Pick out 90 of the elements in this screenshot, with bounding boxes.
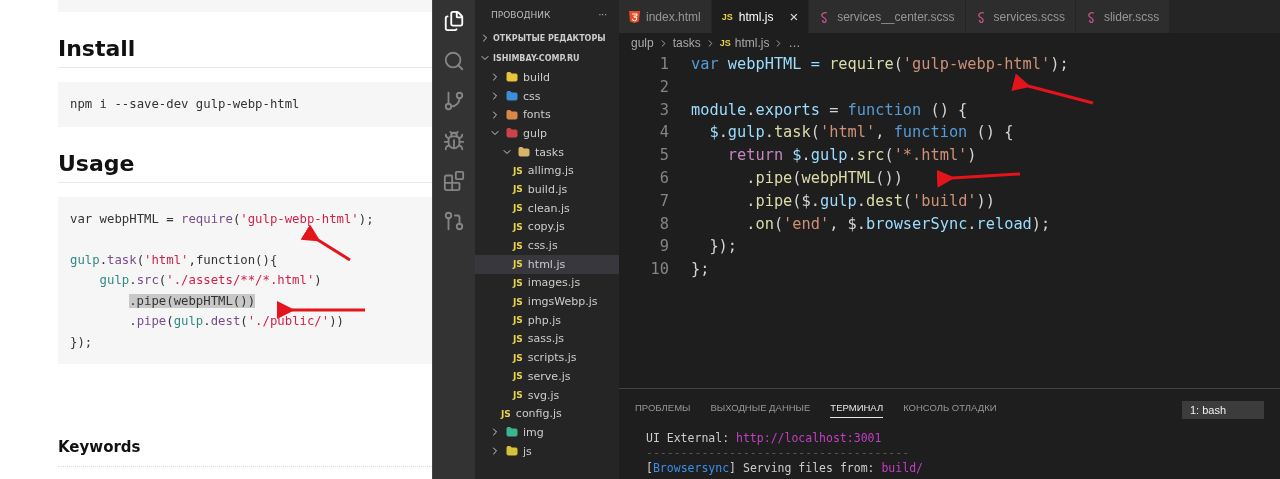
file-tree-item[interactable]: css <box>475 86 619 106</box>
js-file-icon: JS <box>513 333 523 344</box>
section-header[interactable]: ISHIMBAY-COMP.RU <box>493 53 580 63</box>
debug-icon[interactable] <box>443 130 465 152</box>
js-file-icon: JS <box>721 11 733 22</box>
js-file-icon: JS <box>513 184 523 195</box>
panel-tab[interactable]: ПРОБЛЕМЫ <box>635 402 691 418</box>
code-line: .on('end', $.browserSync.reload); <box>745 213 1051 235</box>
file-tree-item[interactable]: JS html.js <box>475 254 619 274</box>
file-tree-item[interactable]: JS build.js <box>475 180 619 199</box>
file-tree-item[interactable]: js <box>475 441 619 461</box>
explorer-title: ПРОВОДНИК <box>491 10 551 20</box>
terminal-line: -------------------------------------- <box>646 446 911 461</box>
file-tree-item[interactable]: JS imgsWebp.js <box>475 292 619 311</box>
code-line: }; <box>691 259 710 281</box>
code-line: $.gulp.task('html', function () { <box>708 122 1014 144</box>
js-file-icon: JS <box>501 408 511 419</box>
more-actions[interactable]: ··· <box>598 10 607 20</box>
code-line: .pipe(webpHTML()) <box>745 168 903 189</box>
editor-tab[interactable]: index.html <box>619 0 712 33</box>
file-tree-item[interactable]: JS config.js <box>475 404 619 424</box>
line-number: 6 <box>658 168 670 189</box>
line-number: 7 <box>658 190 670 212</box>
js-file-icon: JS <box>513 165 523 176</box>
js-file-icon: JS <box>513 352 523 363</box>
file-tree-item[interactable]: JS images.js <box>475 273 619 293</box>
code-line: .pipe($.gulp.dest('build')) <box>745 190 995 212</box>
file-tree-item[interactable]: gulp <box>475 124 619 143</box>
line-number: 8 <box>658 213 670 235</box>
code-block: var webpHTML = require('gulp-webp-html'); gulp.task('html',function(){ gulp.src('./assets/**/*.html') .pipe(webpHTML()) .pipe(gulp.dest('./public/')) }); <box>58 196 432 364</box>
breadcrumb-item[interactable]: … <box>788 36 801 50</box>
arrow <box>300 224 351 262</box>
line-number: 10 <box>649 259 670 281</box>
js-file-icon: JS <box>513 296 523 307</box>
editor-tab[interactable]: JS html.js × <box>711 0 810 33</box>
file-tree-item[interactable]: JS svg.js <box>475 385 619 405</box>
source-control-icon[interactable] <box>443 90 465 112</box>
breadcrumb-item[interactable]: tasks <box>672 36 701 50</box>
file-tree-item[interactable]: JS php.js <box>475 310 619 330</box>
js-file-icon: JS <box>513 221 523 232</box>
js-file-icon: JS <box>513 371 523 382</box>
code-line: }); <box>708 236 738 258</box>
js-file-icon: JS <box>513 315 523 326</box>
terminal-line: UI External: http://localhost:3001 <box>646 431 883 446</box>
file-tree-item[interactable]: tasks <box>475 142 619 162</box>
section-header[interactable]: ОТКРЫТЫЕ РЕДАКТОРЫ <box>493 33 606 43</box>
breadcrumb-item[interactable]: gulp <box>631 36 654 50</box>
file-tree-item[interactable]: JS clean.js <box>475 198 619 218</box>
js-file-icon: JS <box>513 390 523 401</box>
explorer-icon[interactable] <box>443 10 465 32</box>
code-line: var webpHTML = require('gulp-webp-html'); <box>691 54 1069 75</box>
section-heading: Install <box>58 36 432 68</box>
code-block: npm i --save-dev gulp-webp-html <box>58 82 432 127</box>
file-tree-item[interactable]: build <box>475 68 619 87</box>
extensions-icon[interactable] <box>443 170 465 192</box>
terminal-select[interactable]: 1: bash <box>1182 401 1264 419</box>
file-tree-item[interactable]: JS scripts.js <box>475 348 619 367</box>
editor-tab[interactable]: services.scss <box>965 0 1076 33</box>
line-number: 1 <box>658 54 670 75</box>
line-number: 2 <box>658 76 670 98</box>
panel-tab[interactable]: КОНСОЛЬ ОТЛАДКИ <box>903 402 997 418</box>
js-file-icon: JS <box>513 203 523 214</box>
editor-tab[interactable]: slider.scss <box>1075 0 1171 33</box>
file-tree-item[interactable]: JS serve.js <box>475 367 619 386</box>
panel-tab[interactable]: ВЫХОДНЫЕ ДАННЫЕ <box>710 402 811 418</box>
editor-tab[interactable]: services__center.scss <box>809 0 966 33</box>
js-file-icon: JS <box>513 240 523 251</box>
line-number: 3 <box>658 99 670 121</box>
section-heading: Usage <box>58 150 432 183</box>
file-tree-item[interactable]: JS sass.js <box>475 329 619 349</box>
line-number: 4 <box>658 122 670 144</box>
file-tree-item[interactable]: JS css.js <box>475 236 619 255</box>
html5-icon <box>629 10 640 23</box>
git-graph-icon[interactable] <box>443 210 465 232</box>
js-file-icon: JS <box>513 259 523 270</box>
file-tree-item[interactable]: fonts <box>475 105 619 125</box>
line-number: 5 <box>658 145 670 167</box>
close-icon[interactable]: × <box>789 8 799 25</box>
breadcrumb-item[interactable]: html.js <box>734 36 770 50</box>
js-file-icon: JS <box>513 277 523 288</box>
line-number: 9 <box>658 236 670 258</box>
panel-tab[interactable]: ТЕРМИНАЛ <box>830 402 884 418</box>
js-file-icon: JS <box>719 38 731 48</box>
file-tree-item[interactable]: JS allimg.js <box>475 161 619 181</box>
file-tree-item[interactable]: JS copy.js <box>475 217 619 237</box>
code-line: return $.gulp.src('*.html') <box>726 145 977 167</box>
terminal-line: [Browsersync] Serving files from: build/ <box>646 461 924 476</box>
code-line: module.exports = function () { <box>691 99 968 121</box>
search-icon[interactable] <box>443 50 465 72</box>
file-tree-item[interactable]: img <box>475 423 619 442</box>
